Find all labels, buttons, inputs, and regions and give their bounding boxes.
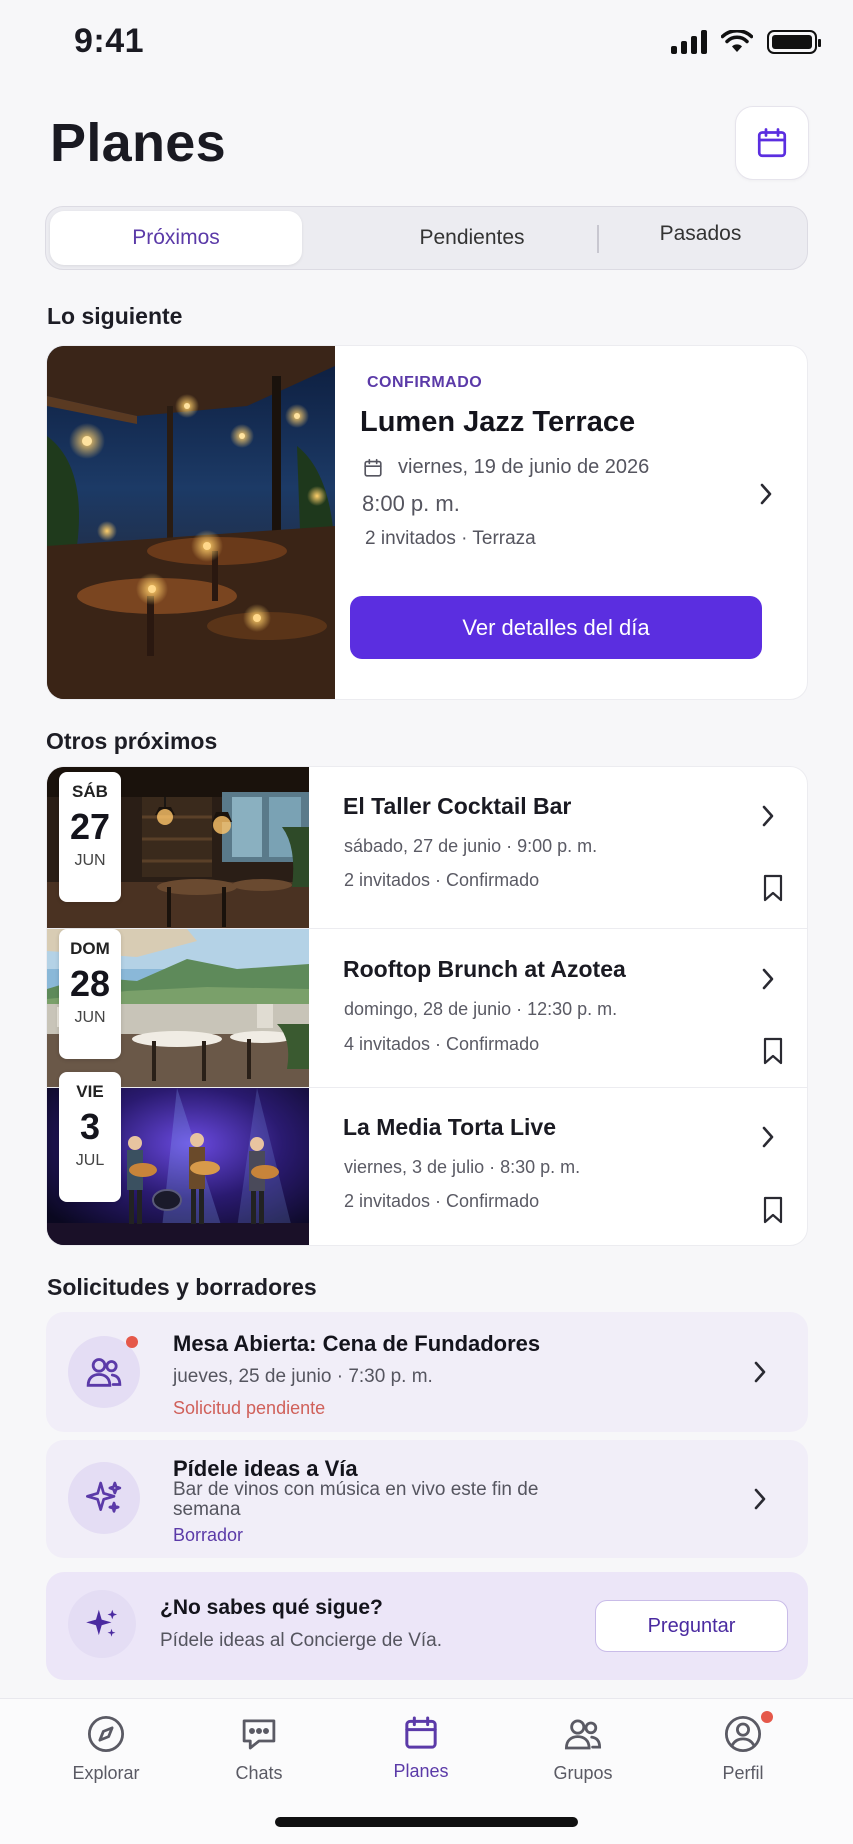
bookmark-icon[interactable] bbox=[761, 1195, 785, 1225]
featured-plan-name: Lumen Jazz Terrace bbox=[360, 406, 636, 438]
tab-pendientes[interactable]: Pendientes bbox=[346, 211, 598, 265]
plan-date: sábado, 27 de junio · 9:00 p. m. bbox=[344, 836, 598, 856]
home-indicator bbox=[275, 1817, 578, 1827]
request-title: Mesa Abierta: Cena de Fundadores bbox=[173, 1331, 541, 1356]
date-badge-day: 28 bbox=[69, 963, 111, 1004]
date-badge-month: JUN bbox=[74, 1009, 106, 1026]
date-badge-day: 27 bbox=[69, 806, 111, 847]
tab-label: Grupos bbox=[553, 1763, 613, 1783]
chevron-right-icon[interactable] bbox=[751, 1486, 769, 1512]
tab-label: Chats bbox=[235, 1763, 283, 1783]
sparkles-icon bbox=[86, 1481, 122, 1513]
list-item[interactable]: SÁB 27 JUN El Taller Cocktail Bar sábado… bbox=[47, 767, 807, 929]
date-badge: SÁB 27 JUN bbox=[59, 772, 121, 902]
date-badge-weekday: DOM bbox=[70, 939, 110, 958]
featured-date: viernes, 19 de junio de 2026 bbox=[398, 456, 650, 478]
date-badge-month: JUL bbox=[75, 1152, 105, 1169]
section-title-upcoming: Otros próximos bbox=[46, 728, 218, 754]
list-item[interactable]: DOM 28 JUN Rooftop Brunch at Azotea domi… bbox=[47, 929, 807, 1088]
status-icons bbox=[671, 30, 821, 54]
draft-status: Borrador bbox=[173, 1525, 244, 1545]
tab-planes[interactable]: Planes bbox=[361, 1713, 481, 1782]
plan-guests: 2 invitados · Confirmado bbox=[344, 1191, 540, 1211]
calendar-icon bbox=[757, 128, 787, 158]
plan-guests: 4 invitados · Confirmado bbox=[344, 1034, 540, 1054]
battery-icon bbox=[767, 30, 821, 54]
plan-date: viernes, 3 de julio · 8:30 p. m. bbox=[344, 1157, 581, 1177]
page-title: Planes bbox=[50, 113, 226, 173]
draft-icon-wrap bbox=[68, 1462, 140, 1534]
tab-chats[interactable]: Chats bbox=[199, 1713, 319, 1784]
date-badge: DOM 28 JUN bbox=[59, 929, 121, 1059]
concierge-title: ¿No sabes qué sigue? bbox=[160, 1596, 383, 1619]
notification-dot bbox=[761, 1711, 773, 1723]
tab-label: Perfil bbox=[722, 1763, 764, 1783]
calendar-icon bbox=[364, 458, 382, 477]
ask-concierge-button[interactable]: Preguntar bbox=[595, 1600, 788, 1652]
draft-item[interactable]: Pídele ideas a Vía Bar de vinos con músi… bbox=[46, 1440, 808, 1558]
chevron-right-icon[interactable] bbox=[751, 1359, 769, 1385]
status-time: 9:41 bbox=[74, 22, 145, 60]
request-subtitle: jueves, 25 de junio · 7:30 p. m. bbox=[173, 1366, 433, 1387]
bookmark-icon[interactable] bbox=[761, 1036, 785, 1066]
concierge-subtitle: Pídele ideas al Concierge de Vía. bbox=[160, 1630, 443, 1651]
bookmark-icon[interactable] bbox=[761, 873, 785, 903]
upcoming-plans-list: SÁB 27 JUN El Taller Cocktail Bar sábado… bbox=[46, 766, 808, 1246]
status-bar: 9:41 bbox=[0, 0, 853, 88]
request-icon-wrap bbox=[68, 1336, 140, 1408]
plan-name: Rooftop Brunch at Azotea bbox=[343, 956, 626, 982]
date-badge-weekday: VIE bbox=[76, 1082, 104, 1101]
calendar-button[interactable] bbox=[735, 106, 809, 180]
tab-perfil[interactable]: Perfil bbox=[683, 1711, 803, 1784]
tab-label: Planes bbox=[393, 1761, 449, 1781]
plan-date: domingo, 28 de junio · 12:30 p. m. bbox=[344, 999, 618, 1019]
tab-explorar[interactable]: Explorar bbox=[46, 1713, 166, 1784]
featured-date-row: viernes, 19 de junio de 2026 bbox=[362, 456, 649, 479]
plan-guests: 2 invitados · Confirmado bbox=[344, 870, 540, 890]
chevron-right-icon[interactable] bbox=[757, 481, 775, 507]
concierge-prompt-card: ¿No sabes qué sigue? Pídele ideas al Con… bbox=[46, 1572, 808, 1680]
featured-plan-image bbox=[47, 346, 335, 699]
calendar-icon bbox=[405, 1716, 437, 1749]
wifi-icon bbox=[721, 30, 753, 52]
request-status: Solicitud pendiente bbox=[173, 1398, 326, 1418]
plan-tabs: Próximos Pendientes Pasados bbox=[45, 206, 808, 270]
featured-time: 8:00 p. m. bbox=[362, 491, 460, 516]
date-badge-month: JUN bbox=[74, 852, 106, 869]
signal-icon bbox=[671, 30, 707, 54]
date-badge: VIE 3 JUL bbox=[59, 1072, 121, 1202]
request-item[interactable]: Mesa Abierta: Cena de Fundadores jueves,… bbox=[46, 1312, 808, 1432]
featured-status-badge: CONFIRMADO bbox=[367, 374, 483, 391]
users-icon bbox=[86, 1358, 122, 1387]
date-badge-weekday: SÁB bbox=[72, 782, 108, 801]
draft-subtitle: Bar de vinos con música en vivo este fin… bbox=[173, 1479, 539, 1520]
tab-proximos[interactable]: Próximos bbox=[50, 211, 302, 265]
section-title-next: Lo siguiente bbox=[47, 303, 183, 329]
chevron-right-icon[interactable] bbox=[759, 1124, 777, 1150]
chevron-right-icon[interactable] bbox=[759, 966, 777, 992]
sparkles-icon bbox=[86, 1609, 118, 1637]
featured-guests: 2 invitados · Terraza bbox=[365, 528, 536, 549]
section-title-requests: Solicitudes y borradores bbox=[47, 1274, 317, 1300]
plan-name: El Taller Cocktail Bar bbox=[343, 793, 572, 819]
users-icon bbox=[564, 1719, 602, 1750]
tab-grupos[interactable]: Grupos bbox=[523, 1713, 643, 1784]
notification-dot bbox=[126, 1336, 138, 1348]
list-item[interactable]: VIE 3 JUL La Media Torta Live viernes, 3… bbox=[47, 1072, 807, 1245]
chat-icon bbox=[242, 1719, 276, 1750]
plan-name: La Media Torta Live bbox=[343, 1114, 557, 1140]
view-day-details-button[interactable]: Ver detalles del día bbox=[350, 596, 762, 659]
tab-label: Explorar bbox=[72, 1763, 140, 1783]
compass-icon bbox=[87, 1715, 125, 1753]
featured-plan-card[interactable]: CONFIRMADO Lumen Jazz Terrace viernes, 1… bbox=[46, 345, 808, 700]
concierge-icon-wrap bbox=[68, 1590, 136, 1658]
profile-icon bbox=[724, 1715, 762, 1753]
tab-pasados[interactable]: Pasados bbox=[598, 207, 803, 261]
chevron-right-icon[interactable] bbox=[759, 803, 777, 829]
date-badge-day: 3 bbox=[79, 1106, 101, 1147]
